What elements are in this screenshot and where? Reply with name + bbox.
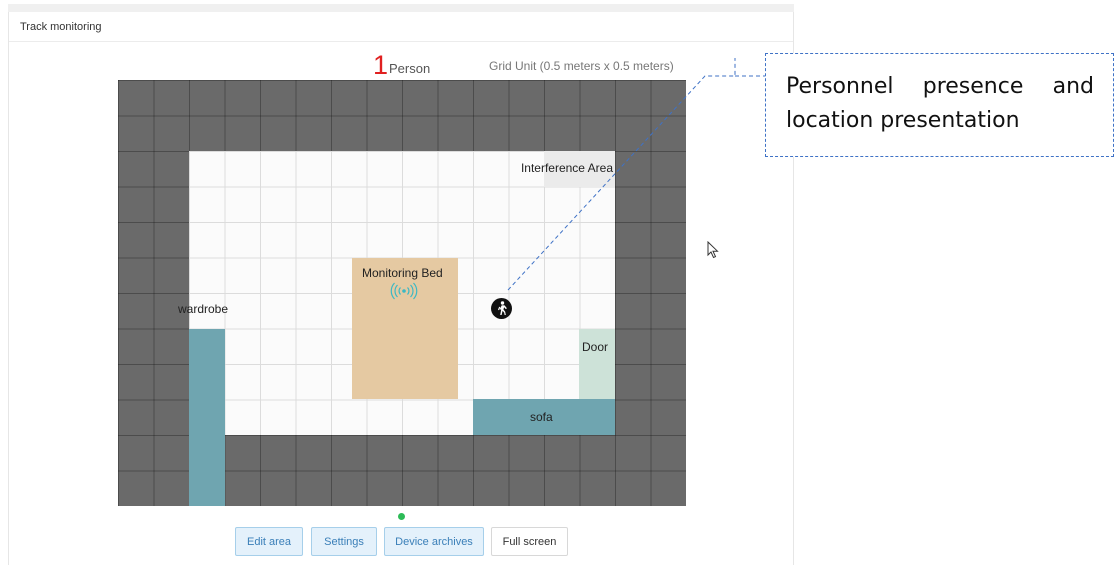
callout-text: Personnel presence and location presenta… bbox=[786, 74, 1094, 133]
full-screen-button[interactable]: Full screen bbox=[491, 527, 568, 556]
monitoring-bed-label: Monitoring Bed bbox=[362, 266, 443, 280]
interference-area-zone[interactable]: Interference Area bbox=[521, 151, 615, 187]
room-area[interactable]: Interference Area Monitoring Bed Door so… bbox=[189, 151, 615, 506]
mouse-cursor-icon bbox=[707, 241, 719, 259]
annotation-callout: Personnel presence and location presenta… bbox=[765, 53, 1114, 157]
settings-button[interactable]: Settings bbox=[311, 527, 377, 556]
panel-title: Track monitoring bbox=[20, 21, 102, 33]
person-count-label: Person bbox=[389, 61, 431, 76]
device-archives-button[interactable]: Device archives bbox=[384, 527, 484, 556]
edit-area-button[interactable]: Edit area bbox=[235, 527, 303, 556]
wireless-signal-icon bbox=[390, 282, 418, 300]
panel-header: Track monitoring bbox=[9, 12, 793, 42]
wardrobe-label: wardrobe bbox=[178, 302, 229, 316]
person-count: 1 bbox=[373, 50, 389, 80]
monitoring-bed-zone[interactable]: Monitoring Bed bbox=[352, 258, 458, 399]
door-zone[interactable]: Door bbox=[579, 329, 615, 400]
track-map[interactable]: Interference Area Monitoring Bed Door so… bbox=[118, 80, 686, 506]
sofa-zone[interactable]: sofa bbox=[473, 399, 615, 435]
person-glyph bbox=[498, 301, 507, 315]
grid-unit-label: Grid Unit (0.5 meters x 0.5 meters) bbox=[489, 59, 674, 73]
walking-person-icon[interactable] bbox=[491, 298, 512, 319]
online-status-dot bbox=[398, 513, 405, 520]
top-strip bbox=[8, 4, 794, 12]
sofa-label: sofa bbox=[530, 410, 553, 424]
door-label: Door bbox=[582, 340, 609, 354]
wardrobe-zone[interactable] bbox=[189, 329, 225, 506]
interference-area-label: Interference Area bbox=[520, 161, 613, 175]
